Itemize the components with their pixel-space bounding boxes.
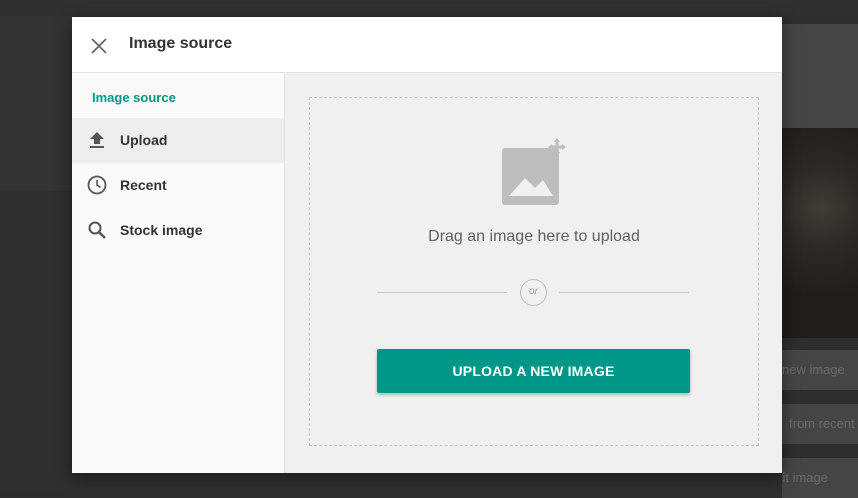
background-panel [782,24,858,128]
background-button-label: from recent [789,416,855,431]
background-button-label: edit image [782,470,828,485]
background-button: from recent [782,404,858,444]
drop-zone[interactable]: Drag an image here to upload or UPLOAD A… [309,97,759,446]
dialog-header: Image source [72,17,782,73]
upload-new-image-button[interactable]: UPLOAD A NEW IMAGE [377,349,690,393]
background-overlay [0,0,858,16]
image-source-dialog: Image source Image source Upload Recent [72,17,782,473]
image-placeholder-icon [499,138,569,208]
source-sidebar: Image source Upload Recent Stock image [72,73,285,473]
sidebar-heading: Image source [92,90,176,105]
clock-icon [86,174,108,196]
sidebar-item-recent[interactable]: Recent [72,163,284,208]
close-icon[interactable] [86,33,112,59]
sidebar-item-label: Upload [120,132,168,148]
divider-line [377,292,507,293]
search-icon [86,219,108,241]
background-button: edit image [782,458,858,498]
background-panel [0,191,72,491]
sidebar-item-label: Stock image [120,222,203,238]
close-button[interactable] [86,33,112,59]
background-image [782,128,858,338]
sidebar-item-stock-image[interactable]: Stock image [72,208,284,253]
upload-panel: Drag an image here to upload or UPLOAD A… [285,73,782,473]
sidebar-item-label: Recent [120,177,167,193]
divider-line [559,292,689,293]
dialog-title: Image source [129,35,233,52]
background-button: new image [782,350,858,390]
drag-instruction: Drag an image here to upload [428,228,640,245]
upload-icon [86,129,108,151]
or-separator: or [520,279,547,306]
sidebar-item-upload[interactable]: Upload [72,118,284,163]
background-panel [0,16,72,191]
background-button-label: new image [782,362,845,377]
